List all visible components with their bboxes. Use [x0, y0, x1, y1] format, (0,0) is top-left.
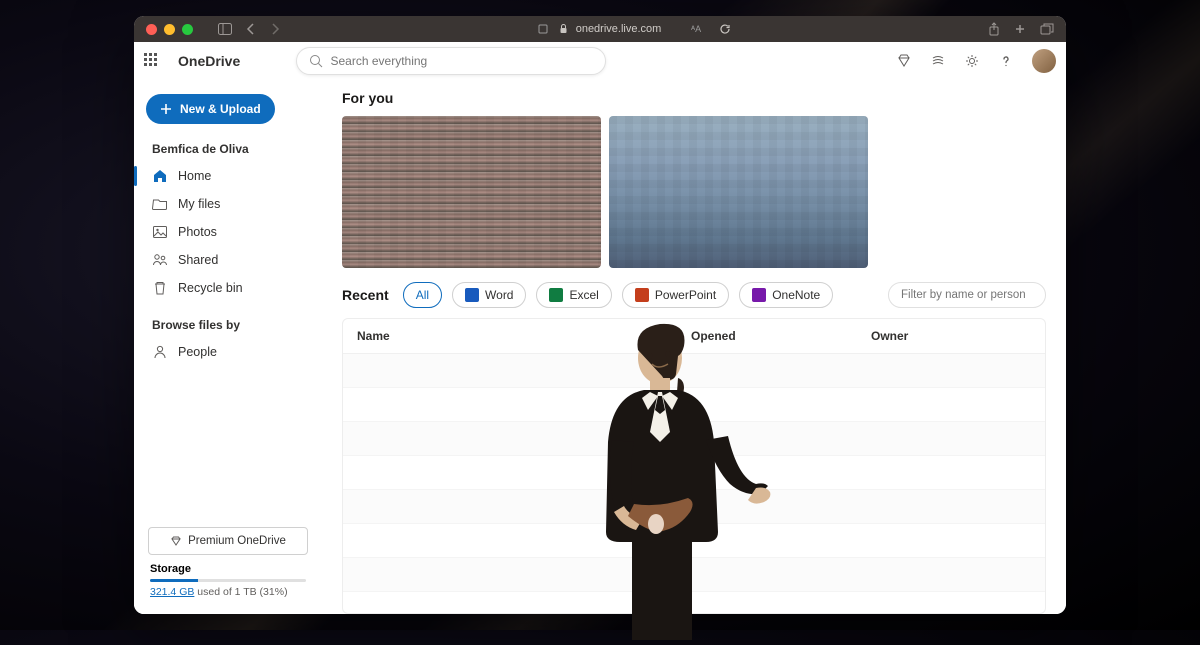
onenote-icon — [752, 288, 766, 302]
table-row — [343, 592, 1045, 614]
stream-icon[interactable] — [930, 53, 946, 69]
recent-heading: Recent — [342, 287, 389, 303]
nav-people[interactable]: People — [142, 338, 314, 366]
premium-button[interactable]: Premium OneDrive — [148, 527, 308, 555]
nav-people-label: People — [178, 345, 217, 359]
app-brand: OneDrive — [178, 53, 240, 69]
share-icon[interactable] — [988, 22, 1000, 36]
home-icon — [152, 168, 168, 184]
nav-myfiles-label: My files — [178, 197, 220, 211]
main-content: For you Recent All Word Excel PowerPoint… — [322, 42, 1066, 614]
reader-icon[interactable]: ᴬA — [691, 23, 709, 35]
nav-photos[interactable]: Photos — [142, 218, 314, 246]
url-bar[interactable]: onedrive.live.com — [559, 23, 662, 35]
svg-text:ᴬA: ᴬA — [691, 24, 701, 34]
for-you-cards — [342, 116, 1046, 268]
minimize-window-button[interactable] — [164, 24, 175, 35]
recent-toolbar: Recent All Word Excel PowerPoint OneNote — [342, 282, 1046, 308]
nav-home-label: Home — [178, 169, 211, 183]
diamond-icon[interactable] — [896, 53, 912, 69]
word-icon — [465, 288, 479, 302]
for-you-card[interactable] — [609, 116, 868, 268]
titlebar: onedrive.live.com ᴬA — [134, 16, 1066, 42]
nav-recyclebin[interactable]: Recycle bin — [142, 274, 314, 302]
settings-icon[interactable] — [964, 53, 980, 69]
filter-powerpoint[interactable]: PowerPoint — [622, 282, 729, 308]
nav-myfiles[interactable]: My files — [142, 190, 314, 218]
storage-heading: Storage — [150, 563, 306, 575]
table-row — [343, 354, 1045, 388]
back-icon[interactable] — [246, 23, 256, 35]
filter-onenote[interactable]: OneNote — [739, 282, 833, 308]
table-row — [343, 388, 1045, 422]
search-box[interactable] — [296, 47, 606, 75]
browse-label: Browse files by — [142, 312, 314, 338]
storage-used-link[interactable]: 321.4 GB — [150, 586, 194, 598]
table-row — [343, 456, 1045, 490]
filter-all[interactable]: All — [403, 282, 442, 308]
table-row — [343, 422, 1045, 456]
diamond-icon — [170, 535, 182, 547]
close-window-button[interactable] — [146, 24, 157, 35]
filter-word[interactable]: Word — [452, 282, 526, 308]
user-name-label: Bemfica de Oliva — [142, 136, 314, 162]
reload-icon[interactable] — [719, 23, 731, 35]
sidebar: New & Upload Bemfica de Oliva Home My fi… — [134, 42, 322, 614]
search-icon — [309, 54, 323, 68]
powerpoint-icon — [635, 288, 649, 302]
plus-icon — [160, 103, 172, 115]
nav-shared[interactable]: Shared — [142, 246, 314, 274]
app-launcher-icon[interactable] — [144, 53, 160, 69]
new-upload-button[interactable]: New & Upload — [146, 94, 275, 124]
forward-icon[interactable] — [270, 23, 280, 35]
tabs-icon[interactable] — [1040, 23, 1054, 35]
sidebar-toggle-icon[interactable] — [218, 23, 232, 35]
col-name[interactable]: Name — [357, 329, 691, 343]
table-header: Name Opened Owner — [343, 319, 1045, 354]
table-row — [343, 558, 1045, 592]
help-icon[interactable] — [998, 53, 1014, 69]
filter-excel[interactable]: Excel — [536, 282, 611, 308]
user-avatar[interactable] — [1032, 49, 1056, 73]
shield-icon — [537, 23, 549, 35]
for-you-card[interactable] — [342, 116, 601, 268]
search-input[interactable] — [331, 54, 593, 68]
folder-icon — [152, 196, 168, 212]
storage-bar — [150, 579, 306, 582]
col-opened[interactable]: Opened — [691, 329, 871, 343]
nav-shared-label: Shared — [178, 253, 218, 267]
shared-icon — [152, 252, 168, 268]
for-you-heading: For you — [342, 90, 1046, 106]
storage-rest: used of 1 TB (31%) — [194, 586, 287, 598]
nav-home[interactable]: Home — [142, 162, 314, 190]
table-row — [343, 524, 1045, 558]
new-upload-label: New & Upload — [180, 102, 261, 116]
new-tab-icon[interactable] — [1014, 23, 1026, 35]
nav-recyclebin-label: Recycle bin — [178, 281, 243, 295]
table-row — [343, 490, 1045, 524]
storage-text: 321.4 GB used of 1 TB (31%) — [150, 586, 306, 598]
url-text: onedrive.live.com — [576, 23, 662, 35]
recent-table: Name Opened Owner — [342, 318, 1046, 614]
photos-icon — [152, 224, 168, 240]
person-icon — [152, 344, 168, 360]
col-owner[interactable]: Owner — [871, 329, 1031, 343]
premium-label: Premium OneDrive — [188, 535, 286, 547]
app-topbar: OneDrive — [134, 42, 1066, 80]
filter-input[interactable] — [888, 282, 1046, 308]
excel-icon — [549, 288, 563, 302]
maximize-window-button[interactable] — [182, 24, 193, 35]
nav-photos-label: Photos — [178, 225, 217, 239]
lock-icon — [559, 24, 568, 34]
browser-window: onedrive.live.com ᴬA OneDrive — [134, 16, 1066, 614]
trash-icon — [152, 280, 168, 296]
